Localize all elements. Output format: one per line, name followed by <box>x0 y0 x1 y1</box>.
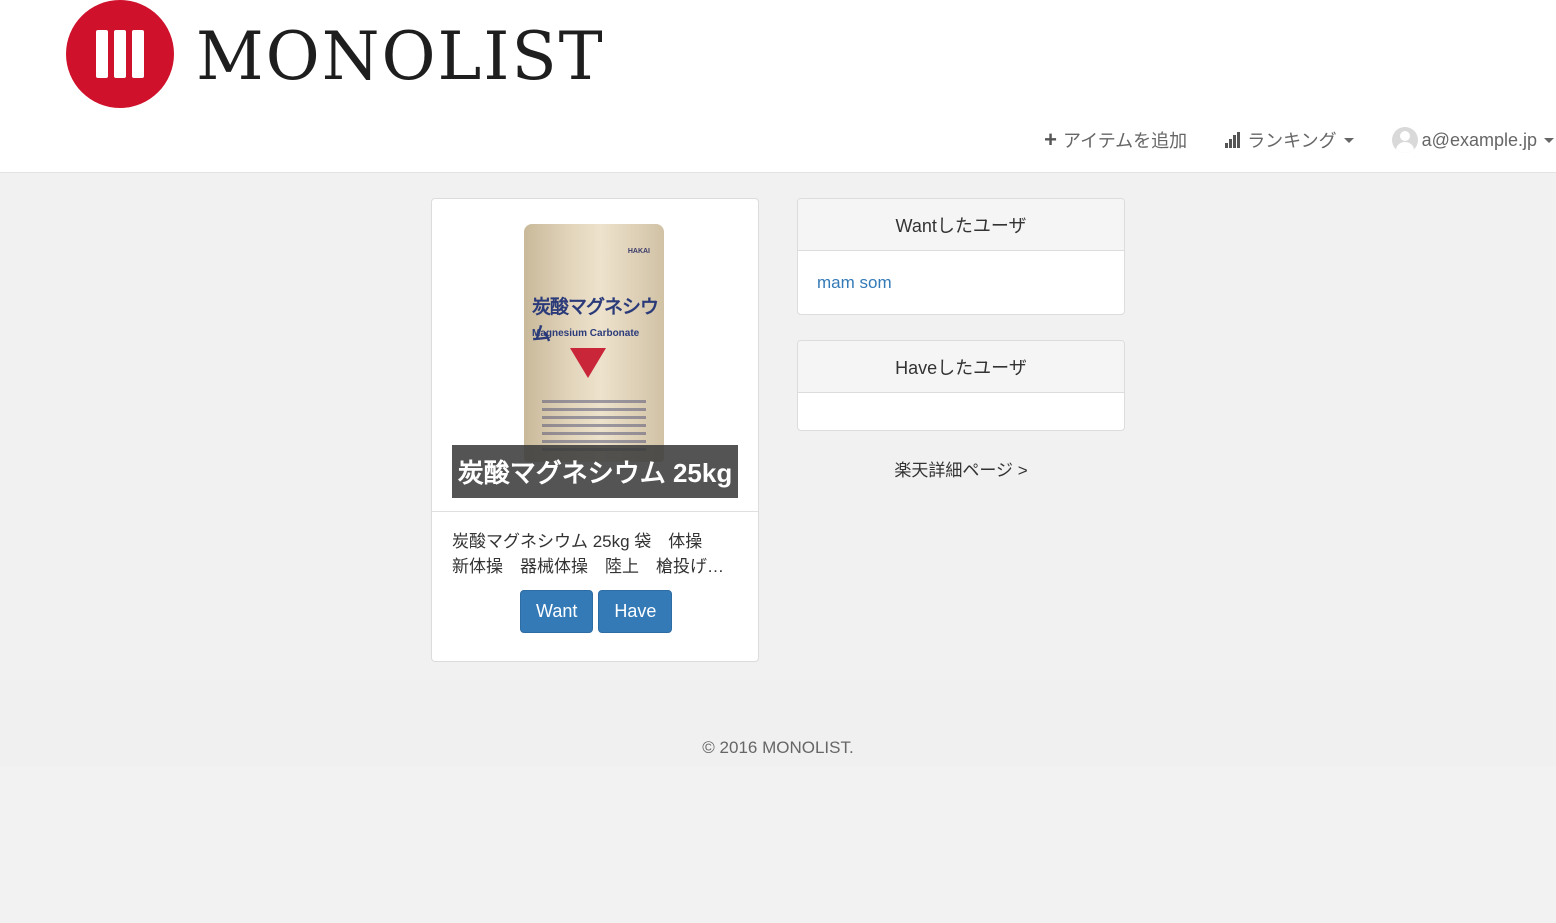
have-users-list <box>798 393 1124 430</box>
bag-brand-text: HAKAI <box>627 248 650 255</box>
have-users-heading: Haveしたユーザ <box>798 341 1124 393</box>
plus-icon: + <box>1044 127 1057 152</box>
want-button[interactable]: Want <box>520 590 594 633</box>
item-panel: HAKAI 炭酸マグネシウム Magnesium Carbonate 炭酸マグネ… <box>431 198 759 662</box>
want-users-heading: Wantしたユーザ <box>798 199 1124 251</box>
rakuten-detail-link[interactable]: 楽天詳細ページ > <box>797 456 1125 481</box>
item-title: 炭酸マグネシウム 25kg 袋 体操 新体操 器械体操 陸上 槍投げ… <box>452 532 724 576</box>
panel-divider <box>432 511 758 512</box>
nav-ranking-label: ランキング <box>1247 131 1337 151</box>
bag-sub-label-text: Magnesium Carbonate <box>532 328 640 339</box>
logo-mark-icon <box>66 0 174 108</box>
nav-add-item-label: アイテムを追加 <box>1062 131 1188 151</box>
item-actions: Want Have <box>520 590 673 633</box>
nav-user-menu[interactable]: a@example.jp <box>1391 127 1554 153</box>
nav-ranking[interactable]: ランキング <box>1225 127 1354 153</box>
signal-icon <box>1225 132 1241 148</box>
footer-copyright: © 2016 MONOLIST. <box>702 738 854 757</box>
brand-logo[interactable]: MONOLIST <box>66 0 605 108</box>
nav-user-email: a@example.jp <box>1421 129 1537 150</box>
top-nav: + アイテムを追加 ランキング a@example.jp <box>1044 126 1556 154</box>
page-background <box>0 766 1556 923</box>
item-image-caption: 炭酸マグネシウム 25kg <box>452 445 738 498</box>
nav-add-item[interactable]: + アイテムを追加 <box>1044 127 1187 153</box>
user-link[interactable]: mam som <box>817 273 892 293</box>
caret-down-icon <box>1544 137 1554 143</box>
item-image[interactable]: HAKAI 炭酸マグネシウム Magnesium Carbonate 炭酸マグネ… <box>452 212 738 498</box>
brand-name: MONOLIST <box>196 18 605 95</box>
have-users-panel: Haveしたユーザ <box>797 340 1125 431</box>
header: MONOLIST + アイテムを追加 ランキング a@example.jp <box>0 0 1556 173</box>
avatar <box>1391 127 1418 153</box>
warning-triangle-icon <box>570 348 606 378</box>
have-button[interactable]: Have <box>598 590 673 633</box>
caret-down-icon <box>1343 137 1354 143</box>
product-bag-picture: HAKAI 炭酸マグネシウム Magnesium Carbonate <box>524 224 664 462</box>
want-users-panel: Wantしたユーザ mam som <box>797 198 1125 315</box>
